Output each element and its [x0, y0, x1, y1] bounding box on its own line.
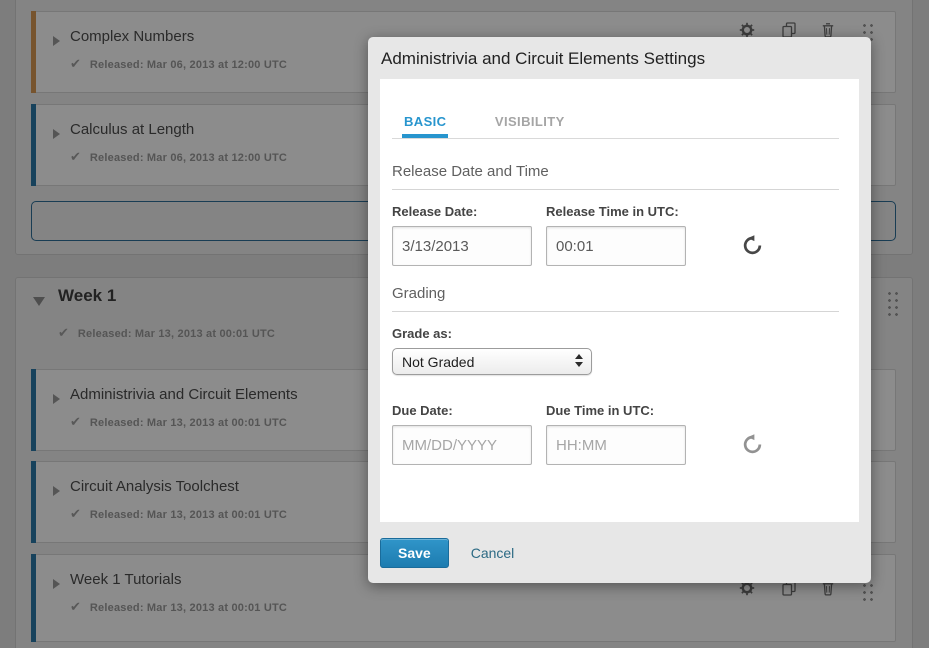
studio-course-outline: Complex Numbers ✔ Released: Mar 06, 2013…: [0, 0, 929, 648]
settings-modal: Administrivia and Circuit Elements Setti…: [368, 37, 871, 583]
cancel-link[interactable]: Cancel: [471, 545, 515, 561]
grading-section-heading: Grading: [392, 285, 839, 312]
grade-as-select[interactable]: Not Graded: [392, 348, 592, 375]
save-button[interactable]: Save: [380, 538, 449, 568]
reset-icon: [742, 434, 763, 455]
tab-basic[interactable]: BASIC: [402, 114, 448, 138]
reset-release-date-button[interactable]: [742, 235, 763, 256]
grade-as-label: Grade as:: [392, 326, 839, 341]
tab-visibility[interactable]: VISIBILITY: [493, 114, 567, 138]
release-date-input[interactable]: [392, 226, 532, 266]
select-stepper-icon: [575, 354, 583, 367]
grade-as-value: Not Graded: [402, 354, 474, 370]
modal-title: Administrivia and Circuit Elements Setti…: [368, 37, 871, 79]
modal-body: BASIC VISIBILITY Release Date and Time R…: [380, 79, 859, 522]
due-time-label: Due Time in UTC:: [546, 403, 686, 418]
modal-footer: Save Cancel: [368, 522, 871, 583]
due-fields: Due Date: Due Time in UTC:: [392, 403, 839, 465]
release-date-label: Release Date:: [392, 204, 532, 219]
due-time-input[interactable]: [546, 425, 686, 465]
release-time-label: Release Time in UTC:: [546, 204, 686, 219]
release-fields: Release Date: Release Time in UTC:: [392, 204, 839, 266]
due-date-input[interactable]: [392, 425, 532, 465]
tab-bar: BASIC VISIBILITY: [392, 113, 839, 139]
reset-due-date-button[interactable]: [742, 434, 763, 455]
reset-icon: [742, 235, 763, 256]
due-date-label: Due Date:: [392, 403, 532, 418]
release-time-input[interactable]: [546, 226, 686, 266]
release-section-heading: Release Date and Time: [392, 163, 839, 190]
